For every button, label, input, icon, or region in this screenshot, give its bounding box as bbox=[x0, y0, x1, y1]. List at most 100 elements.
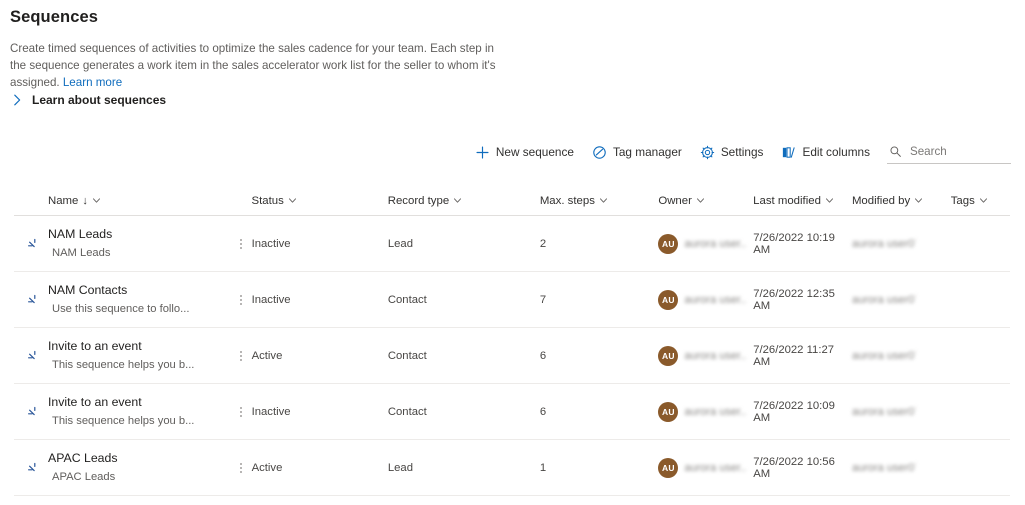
cell-owner: AU aurora user... bbox=[658, 457, 753, 478]
sequence-name: Invite to an event bbox=[48, 338, 142, 353]
more-options-icon[interactable] bbox=[234, 236, 248, 252]
new-sequence-label: New sequence bbox=[495, 145, 574, 159]
cell-row-menu[interactable] bbox=[234, 404, 252, 420]
chevron-down-icon bbox=[288, 198, 296, 203]
table-row[interactable]: NAM Contacts Use this sequence to follo.… bbox=[14, 272, 1010, 328]
cell-row-menu[interactable] bbox=[234, 236, 252, 252]
edit-columns-button[interactable]: Edit columns bbox=[772, 139, 879, 165]
grid-header-row: Name ↓ Status Record type Max. steps Own… bbox=[14, 186, 1010, 216]
cell-name[interactable]: NAM Contacts Use this sequence to follo.… bbox=[14, 283, 234, 317]
modified-by-name: aurora user07 bbox=[851, 349, 916, 362]
cell-last-modified: 7/26/2022 11:27 AM bbox=[753, 343, 835, 368]
sequence-name: APAC Leads bbox=[48, 450, 118, 465]
sequence-name: Invite to an event bbox=[48, 394, 142, 409]
sequence-name: NAM Contacts bbox=[48, 282, 128, 297]
cell-name[interactable]: Invite to an event This sequence helps y… bbox=[14, 339, 234, 373]
chevron-down-icon bbox=[979, 198, 987, 203]
column-header-status-label: Status bbox=[251, 194, 284, 207]
column-header-owner-label: Owner bbox=[658, 194, 692, 207]
more-options-icon[interactable] bbox=[234, 292, 248, 308]
modified-by-name: aurora user07 bbox=[851, 405, 916, 418]
column-header-status[interactable]: Status bbox=[251, 195, 387, 207]
cell-max-steps: 2 bbox=[539, 237, 547, 250]
more-options-icon[interactable] bbox=[234, 460, 248, 476]
column-header-tags[interactable]: Tags bbox=[951, 195, 1010, 207]
cell-name[interactable]: NAM Leads NAM Leads bbox=[14, 227, 234, 261]
settings-button[interactable]: Settings bbox=[691, 139, 773, 165]
tag-manager-button[interactable]: Tag manager bbox=[583, 139, 691, 165]
cell-max-steps: 1 bbox=[539, 461, 547, 474]
column-header-max-steps[interactable]: Max. steps bbox=[540, 195, 659, 207]
cell-owner: AU aurora user... bbox=[658, 401, 753, 422]
cell-record-type: Contact bbox=[387, 293, 427, 306]
sequence-icon bbox=[28, 406, 36, 415]
column-header-name[interactable]: Name ↓ bbox=[14, 195, 234, 207]
table-row[interactable]: NAM Leads NAM Leads Inactive Lead 2 AU a… bbox=[14, 216, 1010, 272]
chevron-right-icon bbox=[14, 94, 21, 106]
cell-modified-by: aurora user07 bbox=[852, 294, 951, 306]
column-header-last-modified[interactable]: Last modified bbox=[753, 195, 852, 207]
modified-by-name: aurora user07 bbox=[851, 237, 916, 250]
sequence-subtitle: This sequence helps you b... bbox=[52, 358, 195, 371]
page-title: Sequences bbox=[10, 8, 99, 26]
owner-name: aurora user... bbox=[684, 349, 747, 362]
cell-max-steps: 7 bbox=[539, 293, 547, 306]
column-header-modified-by[interactable]: Modified by bbox=[852, 195, 951, 207]
table-row[interactable]: APAC Leads APAC Leads Active Lead 1 AU a… bbox=[14, 440, 1010, 496]
sequence-subtitle: This sequence helps you b... bbox=[52, 414, 195, 427]
sequence-name: NAM Leads bbox=[48, 226, 113, 241]
sequence-icon bbox=[28, 294, 36, 303]
cell-name[interactable]: APAC Leads APAC Leads bbox=[14, 451, 234, 485]
cell-status: Inactive bbox=[251, 293, 291, 306]
learn-about-sequences-label: Learn about sequences bbox=[32, 93, 167, 107]
cell-name[interactable]: Invite to an event This sequence helps y… bbox=[14, 395, 234, 429]
sequences-page: Sequences Create timed sequences of acti… bbox=[0, 0, 1025, 505]
search-box[interactable] bbox=[887, 140, 1011, 164]
cell-owner: AU aurora user... bbox=[658, 289, 753, 310]
sequence-subtitle: NAM Leads bbox=[52, 246, 111, 259]
tag-icon bbox=[593, 145, 606, 159]
sequence-subtitle: Use this sequence to follo... bbox=[52, 302, 190, 315]
learn-more-link[interactable]: Learn more bbox=[63, 76, 122, 89]
cell-status: Inactive bbox=[251, 405, 291, 418]
more-options-icon[interactable] bbox=[234, 404, 248, 420]
column-header-owner[interactable]: Owner bbox=[658, 195, 753, 207]
sequence-icon bbox=[28, 238, 36, 247]
settings-label: Settings bbox=[720, 145, 764, 159]
cell-row-menu[interactable] bbox=[234, 460, 252, 476]
cell-status: Active bbox=[251, 461, 283, 474]
cell-last-modified: 7/26/2022 12:35 AM bbox=[753, 287, 835, 312]
learn-about-sequences-toggle[interactable]: Learn about sequences bbox=[10, 93, 166, 107]
column-header-last-modified-label: Last modified bbox=[753, 194, 821, 207]
page-description: Create timed sequences of activities to … bbox=[10, 40, 502, 91]
owner-name: aurora user... bbox=[684, 405, 747, 418]
avatar: AU bbox=[658, 401, 679, 422]
cell-record-type: Contact bbox=[387, 349, 427, 362]
more-options-icon[interactable] bbox=[234, 348, 248, 364]
sort-ascending-icon: ↓ bbox=[82, 194, 88, 207]
chevron-down-icon bbox=[599, 198, 607, 203]
column-header-tags-label: Tags bbox=[950, 194, 975, 207]
cell-row-menu[interactable] bbox=[234, 348, 252, 364]
column-header-record-type[interactable]: Record type bbox=[388, 195, 540, 207]
table-row[interactable]: Invite to an event This sequence helps y… bbox=[14, 328, 1010, 384]
chevron-down-icon bbox=[696, 198, 704, 203]
grid-rows: NAM Leads NAM Leads Inactive Lead 2 AU a… bbox=[14, 216, 1010, 496]
new-sequence-button[interactable]: New sequence bbox=[466, 139, 583, 165]
sequences-grid: Name ↓ Status Record type Max. steps Own… bbox=[14, 186, 1010, 496]
avatar: AU bbox=[658, 345, 679, 366]
owner-name: aurora user... bbox=[684, 237, 747, 250]
cell-last-modified: 7/26/2022 10:09 AM bbox=[753, 399, 835, 424]
owner-name: aurora user... bbox=[684, 461, 747, 474]
cell-modified-by: aurora user07 bbox=[852, 406, 951, 418]
cell-owner: AU aurora user... bbox=[658, 345, 753, 366]
cell-record-type: Contact bbox=[387, 405, 427, 418]
modified-by-name: aurora user07 bbox=[851, 293, 916, 306]
cell-row-menu[interactable] bbox=[234, 292, 252, 308]
search-input[interactable] bbox=[908, 143, 1009, 159]
sequence-icon bbox=[28, 350, 36, 359]
column-header-modified-by-label: Modified by bbox=[851, 194, 911, 207]
command-bar: New sequence Tag manager Settings Edit c… bbox=[466, 139, 1011, 165]
table-row[interactable]: Invite to an event This sequence helps y… bbox=[14, 384, 1010, 440]
cell-owner: AU aurora user... bbox=[658, 233, 753, 254]
